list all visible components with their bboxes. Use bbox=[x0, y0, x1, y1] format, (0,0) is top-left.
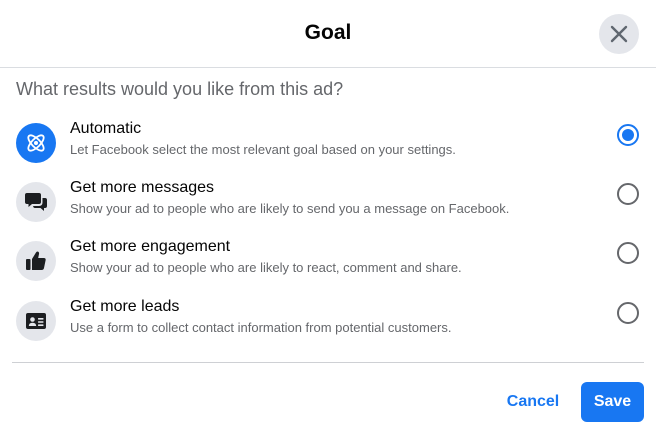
option-title: Get more messages bbox=[70, 179, 215, 196]
dialog-title: Goal bbox=[304, 21, 352, 44]
dialog-header: Goal bbox=[0, 0, 656, 68]
cancel-button[interactable]: Cancel bbox=[496, 382, 570, 422]
thumbs-up-icon bbox=[26, 251, 46, 270]
option-title: Get more engagement bbox=[70, 238, 231, 255]
option-icon-container bbox=[16, 301, 56, 341]
option-get-more-messages[interactable]: Get more messages Show your ad to people… bbox=[0, 178, 656, 234]
atom-icon bbox=[27, 134, 45, 152]
radio-get-more-engagement[interactable] bbox=[617, 242, 639, 264]
radio-automatic[interactable] bbox=[617, 124, 639, 146]
messages-icon bbox=[25, 193, 47, 211]
option-get-more-leads[interactable]: Get more leads Use a form to collect con… bbox=[0, 297, 656, 353]
option-description: Show your ad to people who are likely to… bbox=[70, 201, 510, 216]
option-automatic[interactable]: Automatic Let Facebook select the most r… bbox=[0, 119, 656, 175]
option-description: Let Facebook select the most relevant go… bbox=[70, 142, 456, 157]
option-get-more-engagement[interactable]: Get more engagement Show your ad to peop… bbox=[0, 237, 656, 293]
option-description: Use a form to collect contact informatio… bbox=[70, 320, 452, 335]
option-icon-container bbox=[16, 123, 56, 163]
contact-card-icon bbox=[26, 313, 46, 329]
goal-dialog: Goal What results would you like from th… bbox=[0, 0, 656, 441]
radio-get-more-messages[interactable] bbox=[617, 183, 639, 205]
footer-divider bbox=[12, 362, 644, 363]
save-button[interactable]: Save bbox=[581, 382, 644, 422]
goal-question: What results would you like from this ad… bbox=[16, 79, 344, 99]
close-icon bbox=[610, 25, 628, 43]
close-button[interactable] bbox=[599, 14, 639, 54]
option-icon-container bbox=[16, 241, 56, 281]
option-description: Show your ad to people who are likely to… bbox=[70, 260, 462, 275]
radio-get-more-leads[interactable] bbox=[617, 302, 639, 324]
option-title: Automatic bbox=[70, 120, 142, 137]
option-icon-container bbox=[16, 182, 56, 222]
option-title: Get more leads bbox=[70, 298, 180, 315]
